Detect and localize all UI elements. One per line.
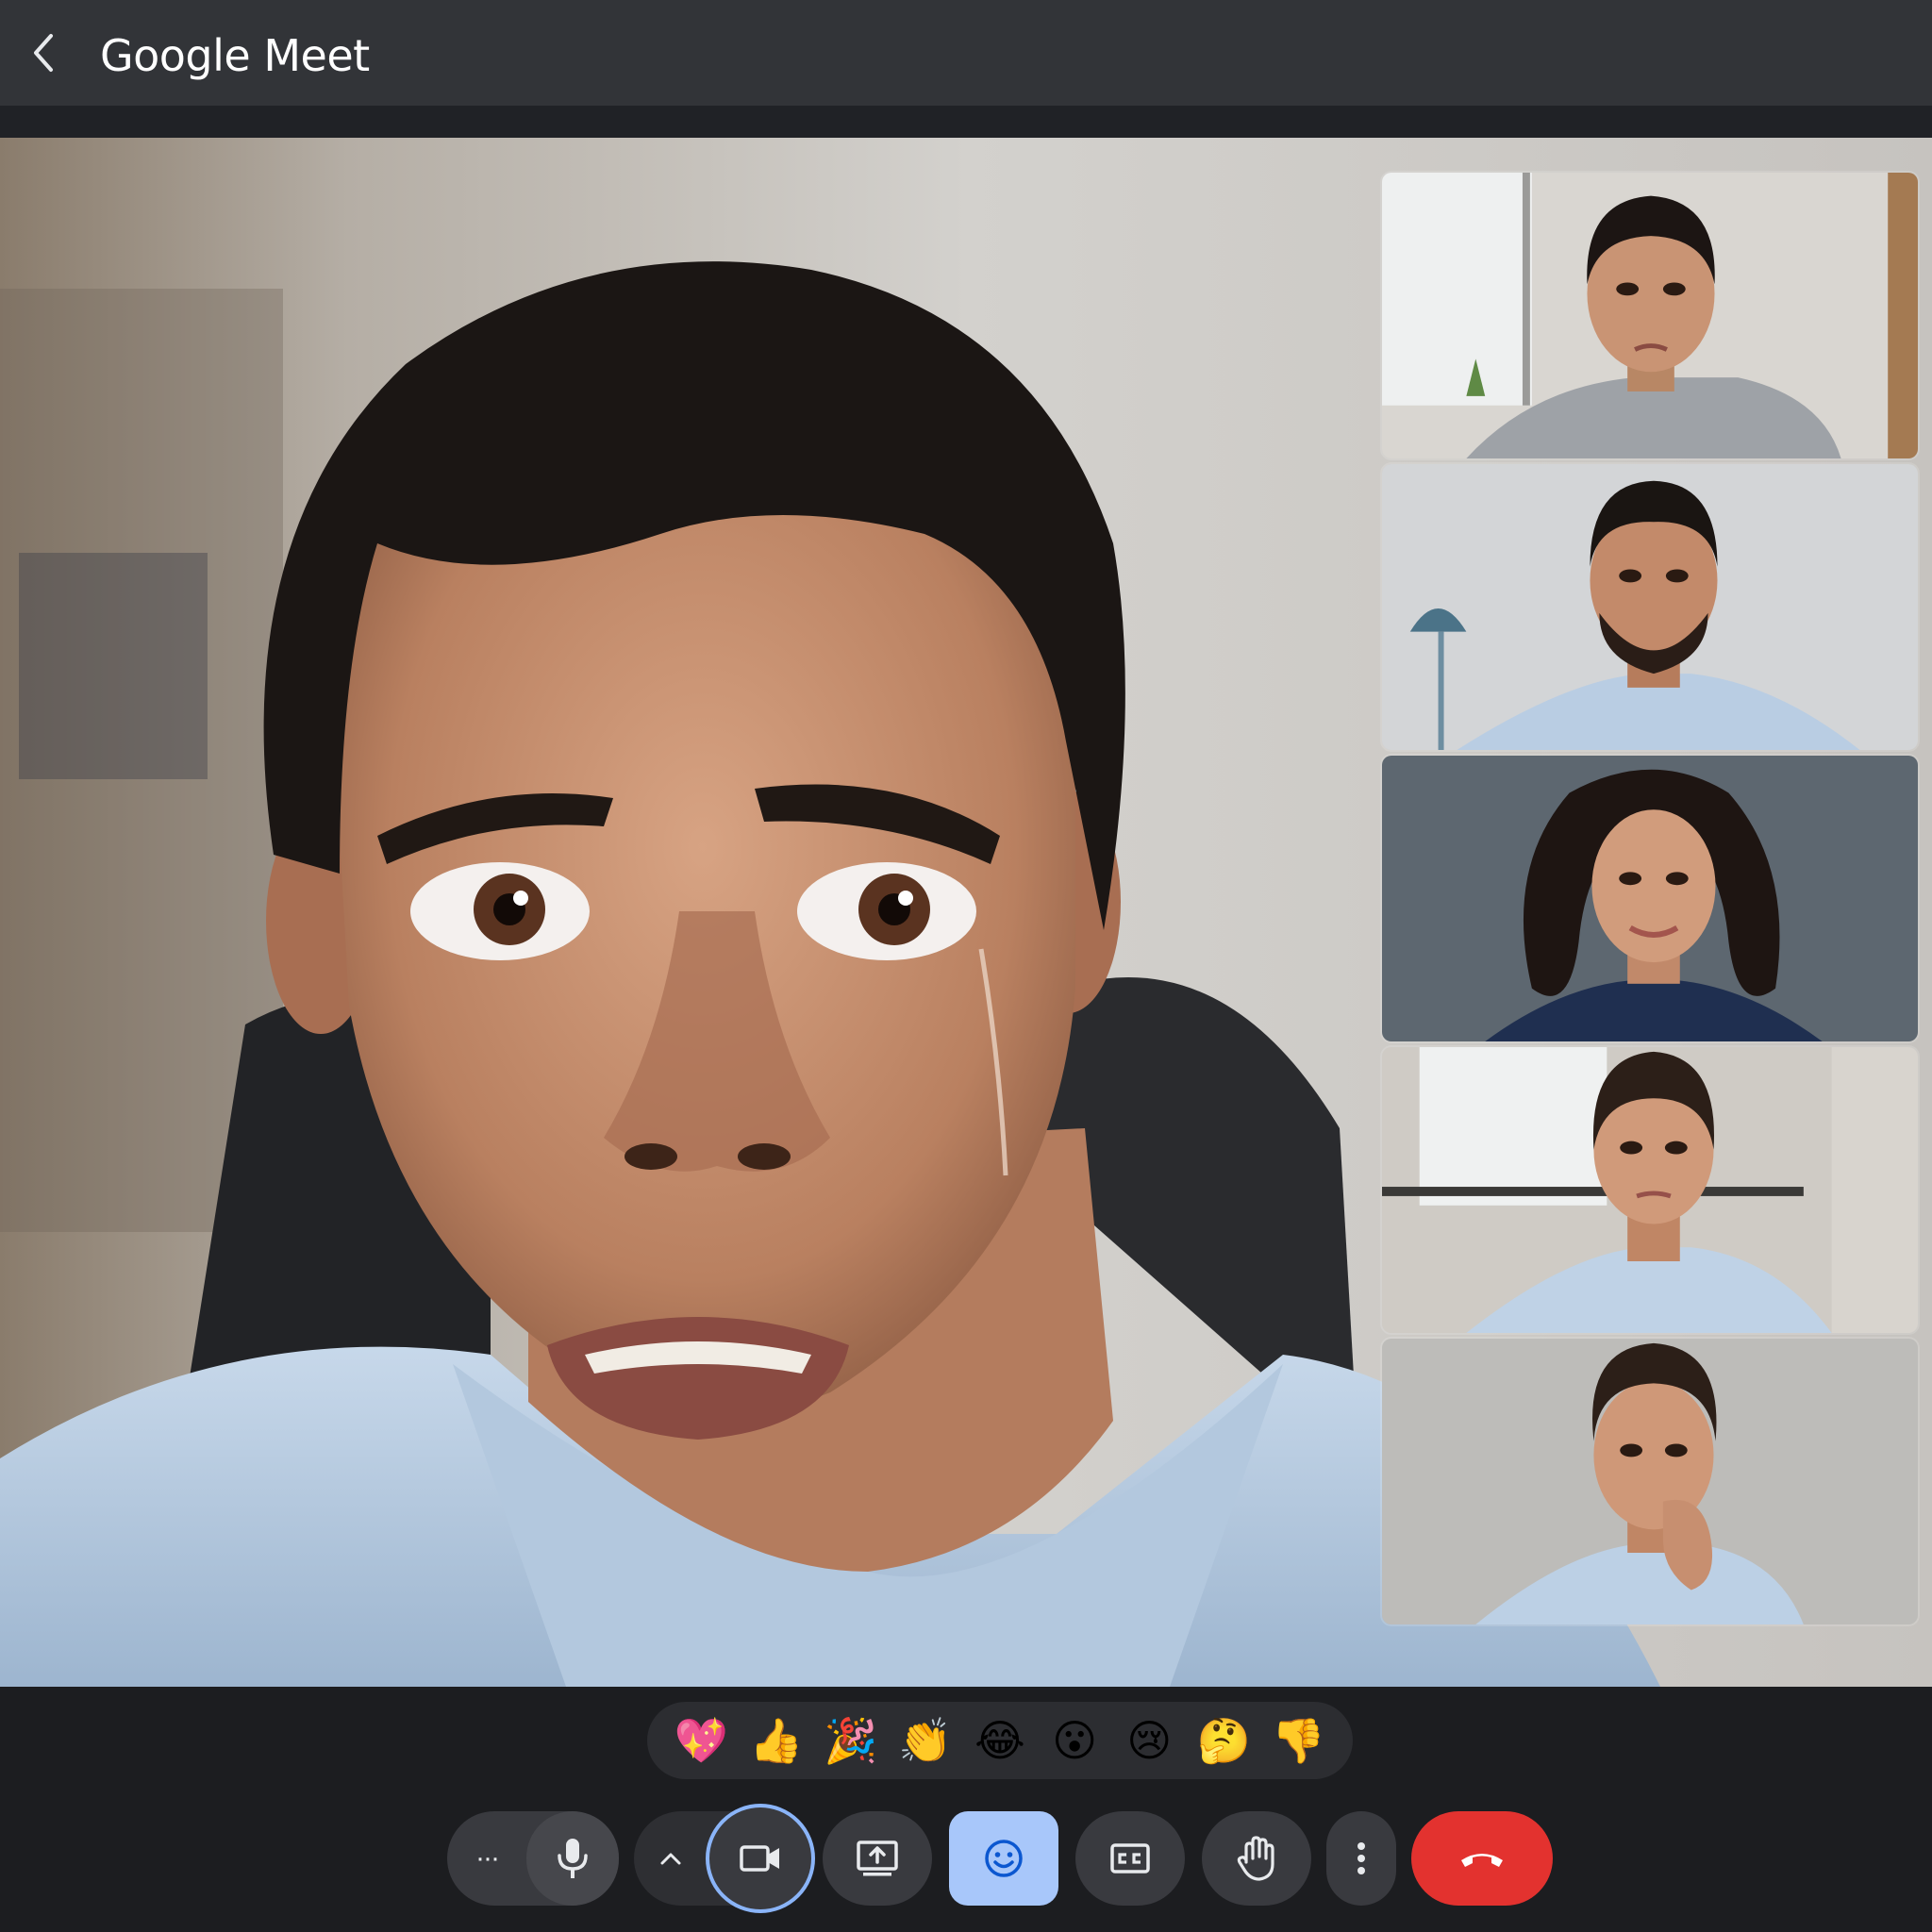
app-title: Google Meet (100, 30, 370, 81)
captions-button[interactable] (1075, 1811, 1185, 1906)
video-settings-button[interactable] (634, 1811, 708, 1906)
present-screen-icon (857, 1840, 898, 1876)
microphone-control-group: ··· (447, 1811, 619, 1906)
captions-button-inner[interactable] (1075, 1811, 1185, 1906)
hang-up-phone-icon (1461, 1854, 1503, 1867)
smiley-face-icon (985, 1840, 1023, 1877)
more-vertical-icon (1357, 1842, 1365, 1874)
raise-hand-icon (1237, 1836, 1274, 1881)
reactions-button-inner[interactable] (949, 1811, 1058, 1906)
chevron-left-icon (34, 34, 53, 72)
more-options-button[interactable] (1326, 1811, 1396, 1906)
participant-tile-4[interactable] (1380, 1045, 1920, 1335)
chevron-up-icon (660, 1853, 681, 1865)
open-mouth-icon[interactable]: 😮 (1041, 1707, 1108, 1774)
camera-button[interactable] (706, 1804, 815, 1913)
leave-call-button[interactable] (1411, 1811, 1553, 1906)
participant-tile-3[interactable] (1380, 754, 1920, 1043)
raise-hand-button-inner[interactable] (1202, 1811, 1311, 1906)
microphone-button[interactable] (526, 1811, 619, 1906)
clapping-hands-icon[interactable]: 👏 (892, 1707, 958, 1774)
present-screen-button[interactable] (823, 1811, 932, 1906)
leave-call-button-inner[interactable] (1411, 1811, 1553, 1906)
more-options-button-inner[interactable] (1326, 1811, 1396, 1906)
app-header: Google Meet (0, 0, 1932, 106)
more-horizontal-icon: ··· (475, 1842, 500, 1874)
closed-captions-icon (1110, 1843, 1150, 1874)
sparkling-heart-icon[interactable]: 💖 (669, 1707, 735, 1774)
video-camera-icon (740, 1845, 779, 1872)
audio-settings-button[interactable]: ··· (447, 1811, 526, 1906)
video-stage (0, 138, 1932, 1687)
thumbs-up-icon[interactable]: 👍 (743, 1707, 809, 1774)
thinking-face-icon[interactable]: 🤔 (1191, 1707, 1257, 1774)
participant-tile-5[interactable] (1380, 1337, 1920, 1626)
participant-tile-1[interactable] (1380, 171, 1920, 460)
camera-control-group (634, 1804, 815, 1913)
participant-tile-2[interactable] (1380, 462, 1920, 752)
thumbs-down-icon[interactable]: 👎 (1265, 1707, 1331, 1774)
present-button-inner[interactable] (823, 1811, 932, 1906)
header-divider (0, 106, 1932, 138)
microphone-icon (558, 1839, 588, 1878)
raise-hand-button[interactable] (1202, 1811, 1311, 1906)
crying-face-icon[interactable]: 😢 (1116, 1707, 1182, 1774)
reactions-bar: 💖 👍 🎉 👏 😂 😮 😢 🤔 👎 (647, 1702, 1353, 1779)
reactions-button[interactable] (949, 1811, 1058, 1906)
party-popper-icon[interactable]: 🎉 (818, 1707, 884, 1774)
back-button[interactable] (25, 28, 62, 77)
tears-of-joy-icon[interactable]: 😂 (967, 1707, 1033, 1774)
